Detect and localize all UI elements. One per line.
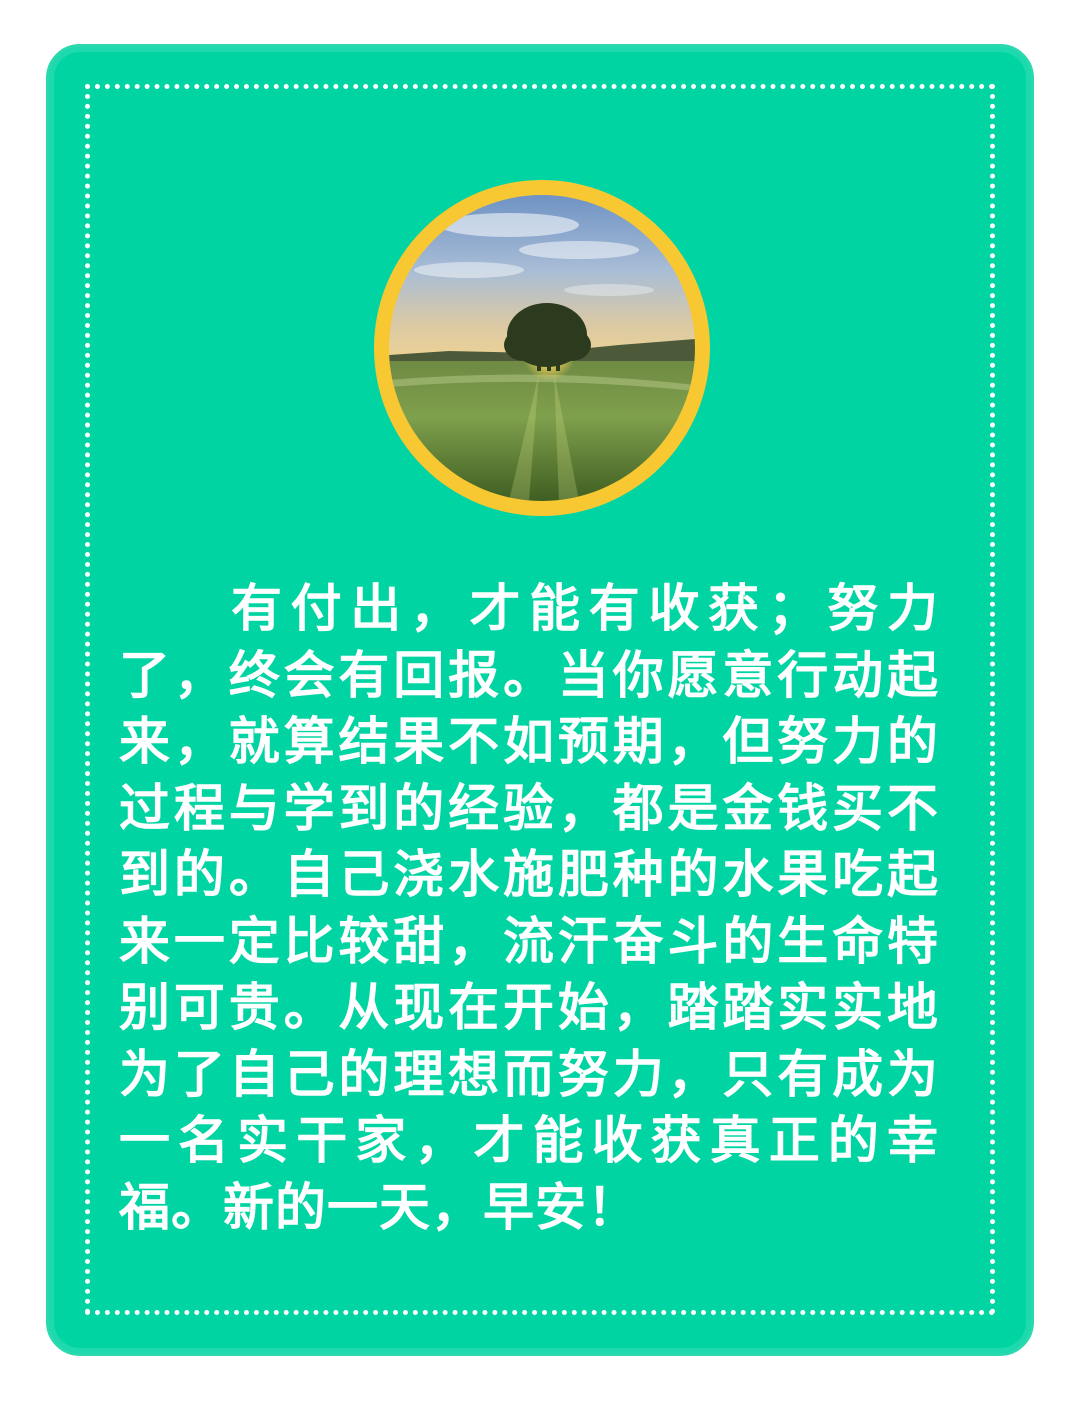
tree-sunrise-photo <box>389 195 695 501</box>
greeting-card: 有付出，才能有收获；努力了，终会有回报。当你愿意行动起来，就算结果不如预期，但努… <box>46 44 1034 1356</box>
quote-text: 有付出，才能有收获；努力了，终会有回报。当你愿意行动起来，就算结果不如预期，但努… <box>119 580 939 1238</box>
photo-ring <box>374 180 710 516</box>
